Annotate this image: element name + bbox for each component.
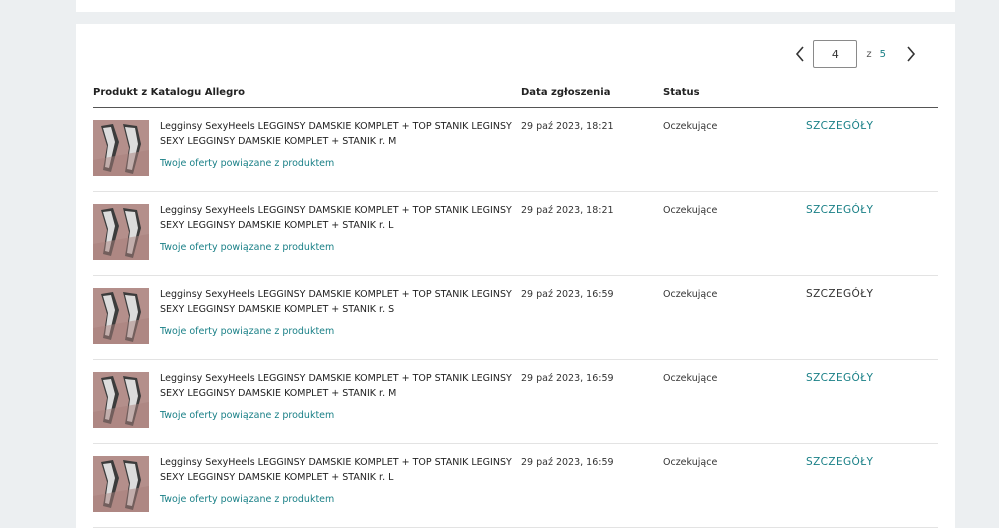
details-link[interactable]: SZCZEGÓŁY <box>806 119 873 134</box>
related-offers-link[interactable]: Twoje oferty powiązane z produktem <box>160 158 334 169</box>
related-offers-link[interactable]: Twoje oferty powiązane z produktem <box>160 494 334 505</box>
table-row: Legginsy SexyHeels LEGGINSY DAMSKIE KOMP… <box>93 444 938 528</box>
request-status: Oczekujące <box>663 373 718 384</box>
product-title: Legginsy SexyHeels LEGGINSY DAMSKIE KOMP… <box>160 121 512 147</box>
next-page-button[interactable] <box>902 40 920 68</box>
request-status: Oczekujące <box>663 205 718 216</box>
request-date: 29 paź 2023, 16:59 <box>521 457 614 468</box>
details-link[interactable]: SZCZEGÓŁY <box>806 287 873 302</box>
requests-card: z 5 Produkt z Katalogu Allegro Data zgło… <box>76 24 955 528</box>
request-status: Oczekujące <box>663 121 718 132</box>
header-status: Status <box>663 87 700 98</box>
product-image-placeholder <box>93 288 149 344</box>
pagination: z 5 <box>791 40 920 68</box>
product-title: Legginsy SexyHeels LEGGINSY DAMSKIE KOMP… <box>160 289 512 315</box>
header-date: Data zgłoszenia <box>521 87 611 98</box>
product-image-placeholder <box>93 456 149 512</box>
product-thumbnail[interactable] <box>93 120 149 176</box>
request-date: 29 paź 2023, 18:21 <box>521 121 614 132</box>
product-thumbnail[interactable] <box>93 204 149 260</box>
product-image-placeholder <box>93 120 149 176</box>
related-offers-link[interactable]: Twoje oferty powiązane z produktem <box>160 242 334 253</box>
details-link[interactable]: SZCZEGÓŁY <box>806 203 873 218</box>
request-date: 29 paź 2023, 18:21 <box>521 205 614 216</box>
product-thumbnail[interactable] <box>93 288 149 344</box>
table-header: Produkt z Katalogu Allegro Data zgłoszen… <box>93 86 938 108</box>
product-requests-table: Produkt z Katalogu Allegro Data zgłoszen… <box>93 86 938 528</box>
product-title: Legginsy SexyHeels LEGGINSY DAMSKIE KOMP… <box>160 457 512 483</box>
page-of-label: z <box>866 48 872 60</box>
total-pages-link[interactable]: 5 <box>880 49 886 60</box>
product-image-placeholder <box>93 204 149 260</box>
table-row: Legginsy SexyHeels LEGGINSY DAMSKIE KOMP… <box>93 108 938 192</box>
table-row: Legginsy SexyHeels LEGGINSY DAMSKIE KOMP… <box>93 192 938 276</box>
chevron-right-icon <box>907 46 916 62</box>
product-thumbnail[interactable] <box>93 456 149 512</box>
header-product: Produkt z Katalogu Allegro <box>93 87 246 98</box>
page-number-input[interactable] <box>813 40 858 68</box>
table-row: Legginsy SexyHeels LEGGINSY DAMSKIE KOMP… <box>93 276 938 360</box>
top-card <box>76 0 955 12</box>
request-status: Oczekujące <box>663 457 718 468</box>
related-offers-link[interactable]: Twoje oferty powiązane z produktem <box>160 410 334 421</box>
details-link[interactable]: SZCZEGÓŁY <box>806 455 873 470</box>
chevron-left-icon <box>796 46 804 62</box>
product-title: Legginsy SexyHeels LEGGINSY DAMSKIE KOMP… <box>160 205 512 231</box>
request-date: 29 paź 2023, 16:59 <box>521 373 614 384</box>
request-status: Oczekujące <box>663 289 718 300</box>
table-row: Legginsy SexyHeels LEGGINSY DAMSKIE KOMP… <box>93 360 938 444</box>
related-offers-link[interactable]: Twoje oferty powiązane z produktem <box>160 326 334 337</box>
product-image-placeholder <box>93 372 149 428</box>
prev-page-button[interactable] <box>791 40 809 68</box>
product-thumbnail[interactable] <box>93 372 149 428</box>
request-date: 29 paź 2023, 16:59 <box>521 289 614 300</box>
details-link[interactable]: SZCZEGÓŁY <box>806 371 873 386</box>
product-title: Legginsy SexyHeels LEGGINSY DAMSKIE KOMP… <box>160 373 512 399</box>
